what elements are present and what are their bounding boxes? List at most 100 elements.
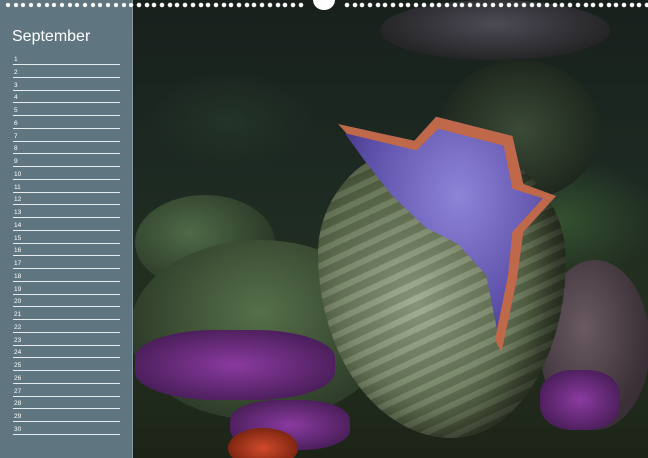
day-number: 2 [14, 68, 18, 76]
binding-hole [560, 3, 565, 7]
day-row: 1 [13, 52, 120, 65]
binding-hole [152, 3, 157, 7]
day-row: 11 [13, 180, 120, 193]
binding-hole [144, 3, 149, 7]
day-number: 30 [14, 425, 22, 433]
binding-hole [160, 3, 164, 7]
day-number: 23 [14, 336, 22, 344]
binding-hole [444, 3, 449, 7]
purple-coral [540, 370, 620, 430]
binding-hole [406, 3, 411, 7]
day-row: 20 [13, 294, 120, 308]
day-number: 9 [14, 158, 18, 165]
binding-hole [598, 3, 603, 7]
binding-hole [52, 3, 57, 7]
day-row: 28 [13, 396, 120, 410]
binding-hole [568, 3, 573, 7]
binding-hole [129, 3, 134, 7]
binding-hole [36, 3, 41, 7]
day-number: 21 [14, 311, 22, 318]
day-row: 9 [13, 154, 120, 167]
day-number: 10 [14, 170, 22, 178]
day-number: 26 [14, 374, 22, 382]
day-number: 4 [14, 94, 18, 102]
binding-hole [437, 3, 442, 7]
day-row: 18 [13, 269, 120, 282]
day-row: 27 [13, 384, 120, 397]
binding-hole [591, 3, 596, 7]
binding-hole [429, 3, 434, 7]
binding-hole [98, 3, 103, 7]
binding-hole [383, 3, 388, 7]
binding-hole [629, 3, 634, 7]
binding-hole [491, 3, 496, 7]
day-number: 25 [14, 362, 22, 369]
day-row: 2 [13, 65, 120, 78]
wire-binding [0, 0, 648, 10]
binding-hole [552, 3, 557, 7]
binding-hole [298, 3, 303, 7]
day-row: 10 [13, 167, 120, 180]
binding-hole [375, 3, 380, 7]
hanger-hole [313, 0, 335, 10]
day-number: 14 [14, 221, 22, 229]
binding-hole [537, 3, 542, 7]
day-row: 30 [13, 422, 120, 435]
binding-hole [498, 3, 503, 7]
day-number: 17 [14, 260, 22, 267]
binding-hole [252, 3, 257, 7]
day-number: 28 [14, 400, 22, 408]
binding-hole [606, 3, 611, 7]
day-row: 22 [13, 320, 120, 333]
purple-coral [135, 330, 335, 400]
binding-hole [367, 3, 372, 7]
day-row: 13 [13, 205, 120, 218]
day-row: 8 [13, 141, 120, 155]
day-number: 13 [14, 209, 22, 216]
binding-hole [13, 3, 18, 7]
day-row: 6 [13, 116, 120, 129]
binding-hole [6, 3, 10, 7]
binding-hole [360, 3, 365, 7]
binding-hole [622, 3, 626, 7]
day-row: 19 [13, 282, 120, 295]
binding-hole [475, 3, 480, 7]
binding-hole [529, 3, 534, 7]
day-number: 20 [14, 298, 22, 306]
binding-hole [29, 3, 34, 7]
day-row: 25 [13, 358, 120, 371]
binding-hole [583, 3, 588, 7]
binding-hole [637, 3, 642, 7]
day-number: 15 [14, 234, 22, 242]
binding-hole [59, 3, 64, 7]
binding-hole [398, 3, 403, 7]
day-row: 12 [13, 192, 120, 206]
day-row: 21 [13, 307, 120, 320]
binding-hole [506, 3, 511, 7]
day-row: 15 [13, 231, 120, 244]
month-title: September [12, 28, 91, 45]
binding-hole [229, 3, 234, 7]
binding-hole [421, 3, 426, 7]
binding-hole [206, 3, 211, 7]
day-number: 22 [14, 323, 22, 331]
day-number: 16 [14, 247, 22, 255]
binding-hole [121, 3, 126, 7]
binding-hole [221, 3, 226, 7]
day-number: 27 [14, 387, 22, 395]
binding-hole [460, 3, 465, 7]
day-number: 24 [14, 349, 22, 357]
binding-hole [113, 3, 118, 7]
day-number: 1 [14, 56, 18, 63]
day-number: 18 [14, 272, 22, 280]
day-row: 4 [13, 90, 120, 104]
binding-hole [167, 3, 172, 7]
binding-hole [352, 3, 357, 7]
binding-hole [213, 3, 218, 7]
day-number: 11 [14, 183, 21, 191]
binding-hole [183, 3, 188, 7]
day-number: 19 [14, 285, 22, 293]
binding-hole [75, 3, 80, 7]
binding-hole [290, 3, 295, 7]
day-row: 23 [13, 333, 120, 346]
